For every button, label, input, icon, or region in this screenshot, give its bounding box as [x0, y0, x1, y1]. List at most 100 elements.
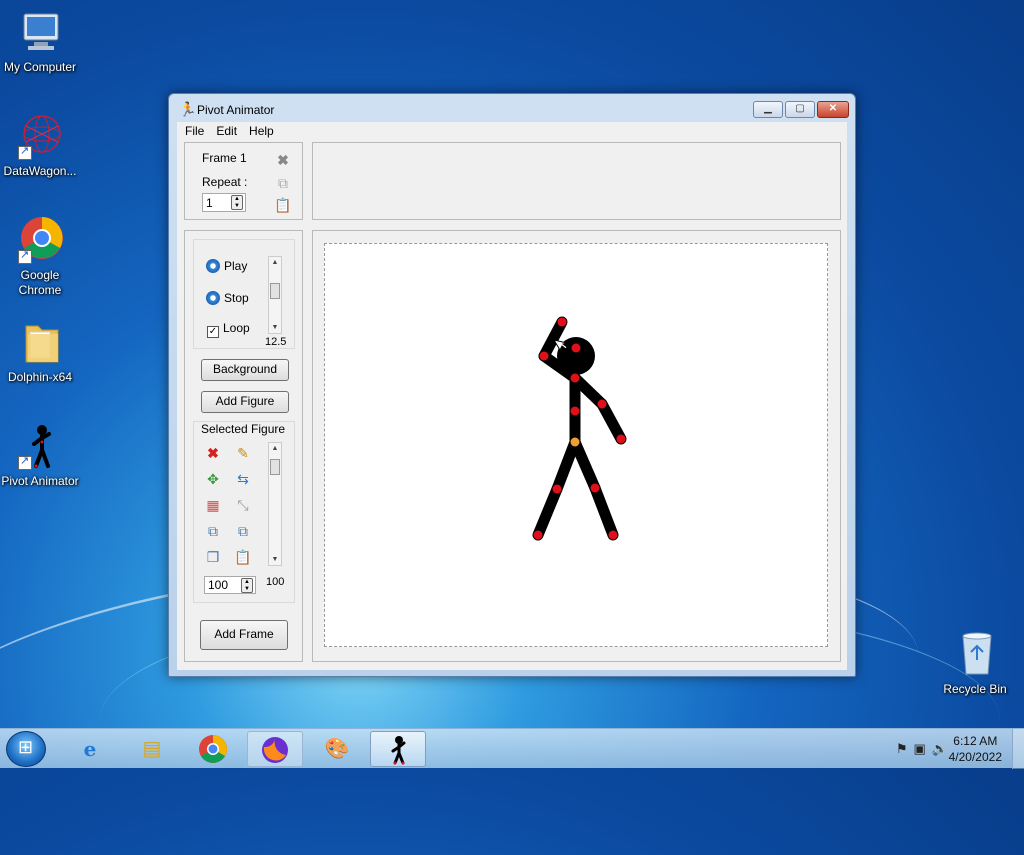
- selected-figure-group: Selected Figure ✖ ✎ ✥ ⇆ ▦ ⤡ ⧉ ⧉ ❐ 📋 100 …: [193, 421, 295, 603]
- joint-handle[interactable]: [597, 399, 607, 409]
- paste-figure-icon[interactable]: 📋: [234, 548, 252, 566]
- add-figure-button[interactable]: Add Figure: [201, 391, 289, 413]
- firefox-icon[interactable]: [247, 731, 303, 767]
- animation-canvas[interactable]: [324, 243, 828, 647]
- edit-figure-icon[interactable]: ✎: [234, 444, 252, 462]
- paint-icon[interactable]: 🎨: [309, 731, 365, 767]
- internet-explorer-icon[interactable]: e: [62, 731, 118, 767]
- speed-value: 12.5: [265, 336, 287, 348]
- background-button[interactable]: Background: [201, 359, 289, 381]
- stop-button[interactable]: Stop: [206, 291, 249, 305]
- joint-handle[interactable]: [552, 484, 562, 494]
- stickman-icon: 🏃: [179, 101, 197, 117]
- desktop-icon-label: My Computer: [3, 60, 77, 74]
- scroll-thumb[interactable]: [270, 283, 280, 299]
- color-figure-icon[interactable]: ▦: [204, 496, 222, 514]
- clock-time: 6:12 AM: [953, 734, 998, 748]
- root-joint-handle[interactable]: [570, 437, 580, 447]
- spinner-arrows-icon[interactable]: ▲ ▼: [231, 195, 243, 210]
- joint-handle[interactable]: [539, 351, 549, 361]
- pivot-animator-icon[interactable]: [370, 731, 426, 767]
- scroll-up-icon[interactable]: ▲: [269, 445, 281, 452]
- scroll-thumb[interactable]: [270, 459, 280, 475]
- window-title: Pivot Animator: [197, 103, 275, 117]
- start-button[interactable]: [6, 731, 46, 767]
- desktop-icon-label: Google Chrome: [18, 268, 62, 297]
- scale-spinner[interactable]: 100 ▲ ▼: [204, 576, 256, 594]
- joint-handle[interactable]: [608, 530, 618, 540]
- shortcut-arrow-icon: [18, 248, 32, 264]
- playback-group: Play Stop ✓ Loop ▲ ▼ 12.5: [193, 239, 295, 349]
- joint-handle[interactable]: [570, 406, 580, 416]
- loop-label: Loop: [223, 321, 250, 335]
- chrome-icon[interactable]: [185, 731, 241, 767]
- clock-date: 4/20/2022: [948, 750, 1002, 764]
- menu-help[interactable]: Help: [243, 122, 280, 140]
- speed-slider[interactable]: ▲ ▼: [268, 256, 282, 334]
- joint-handle[interactable]: [616, 434, 626, 444]
- paste-frame-icon[interactable]: 📋: [274, 196, 292, 214]
- scroll-down-icon[interactable]: ▼: [269, 556, 281, 563]
- frame-panel: Frame 1 Repeat : 1 ▲ ▼ ✖ ⧉ 📋: [184, 142, 303, 220]
- loop-checkbox[interactable]: ✓ Loop: [207, 321, 250, 338]
- repeat-value: 1: [206, 196, 213, 210]
- delete-frame-icon[interactable]: ✖: [274, 151, 292, 169]
- desktop-icon-dolphin[interactable]: Dolphin-x64: [0, 318, 80, 385]
- joint-handle[interactable]: [571, 343, 581, 353]
- join-figure-icon[interactable]: ⤡: [234, 496, 252, 514]
- recycle-bin-icon: [951, 630, 999, 678]
- network-sphere-icon: [16, 112, 64, 160]
- desktop-icon-my-computer[interactable]: My Computer: [0, 8, 80, 75]
- file-explorer-icon[interactable]: ▤: [124, 731, 180, 767]
- network-icon[interactable]: ▣: [914, 741, 932, 756]
- checkbox-checked-icon: ✓: [207, 326, 219, 338]
- copy-figure-icon[interactable]: ❐: [204, 548, 222, 566]
- window-client-area: File Edit Help Frame 1 Repeat : 1 ▲ ▼ ✖ ⧉…: [177, 122, 847, 670]
- desktop-icon-label: Pivot Animator: [1, 474, 79, 488]
- stick-figure[interactable]: [325, 244, 827, 646]
- joint-handle[interactable]: [557, 317, 567, 327]
- stop-label: Stop: [224, 291, 249, 305]
- scroll-down-icon[interactable]: ▼: [269, 324, 281, 331]
- selected-figure-heading: Selected Figure: [201, 422, 286, 436]
- flip-figure-icon[interactable]: ⇆: [234, 470, 252, 488]
- action-center-flag-icon[interactable]: ⚑: [896, 741, 914, 756]
- maximize-button[interactable]: ▢: [785, 101, 815, 118]
- bring-forward-icon[interactable]: ⧉: [204, 522, 222, 540]
- scale-value: 100: [208, 578, 229, 592]
- play-button[interactable]: Play: [206, 259, 247, 273]
- desktop-icon-label: Dolphin-x64: [7, 370, 73, 384]
- show-desktop-button[interactable]: [1012, 729, 1024, 769]
- send-backward-icon[interactable]: ⧉: [234, 522, 252, 540]
- pivot-animator-window: 🏃 Pivot Animator ▁ ▢ ✕ File Edit Help Fr…: [168, 93, 856, 677]
- joint-handle[interactable]: [533, 530, 543, 540]
- joint-handle[interactable]: [570, 373, 580, 383]
- joint-handle[interactable]: [590, 483, 600, 493]
- center-figure-icon[interactable]: ✥: [204, 470, 222, 488]
- scroll-up-icon[interactable]: ▲: [269, 259, 281, 266]
- add-frame-button[interactable]: Add Frame: [200, 620, 288, 650]
- title-bar[interactable]: 🏃 Pivot Animator ▁ ▢ ✕: [169, 94, 855, 122]
- stop-icon: [206, 291, 220, 305]
- shortcut-arrow-icon: [18, 144, 32, 160]
- menu-file[interactable]: File: [179, 122, 210, 140]
- desktop-icon-recycle-bin[interactable]: Recycle Bin: [935, 630, 1015, 697]
- copy-frame-icon[interactable]: ⧉: [274, 174, 292, 192]
- clock[interactable]: 6:12 AM 4/20/2022: [949, 733, 1002, 765]
- system-tray[interactable]: ⚑▣🔊: [896, 741, 954, 757]
- taskbar: e ▤ 🎨 ⚑▣🔊 6:12 AM 4/20/2022: [0, 728, 1024, 769]
- desktop-icon-datawagon[interactable]: DataWagon...: [0, 112, 80, 179]
- frame-timeline[interactable]: [312, 142, 841, 220]
- close-button[interactable]: ✕: [817, 101, 849, 118]
- desktop-icon-label: Recycle Bin: [943, 682, 1007, 696]
- repeat-spinner[interactable]: 1 ▲ ▼: [202, 193, 246, 212]
- desktop-icon-pivot-animator[interactable]: Pivot Animator: [0, 422, 80, 489]
- menu-edit[interactable]: Edit: [210, 122, 243, 140]
- spinner-arrows-icon[interactable]: ▲ ▼: [241, 578, 253, 593]
- delete-figure-icon[interactable]: ✖: [204, 444, 222, 462]
- opacity-slider[interactable]: ▲ ▼: [268, 442, 282, 566]
- desktop-icon-google-chrome[interactable]: Google Chrome: [0, 216, 80, 298]
- computer-icon: [16, 8, 64, 56]
- minimize-button[interactable]: ▁: [753, 101, 783, 118]
- repeat-label: Repeat :: [202, 175, 248, 189]
